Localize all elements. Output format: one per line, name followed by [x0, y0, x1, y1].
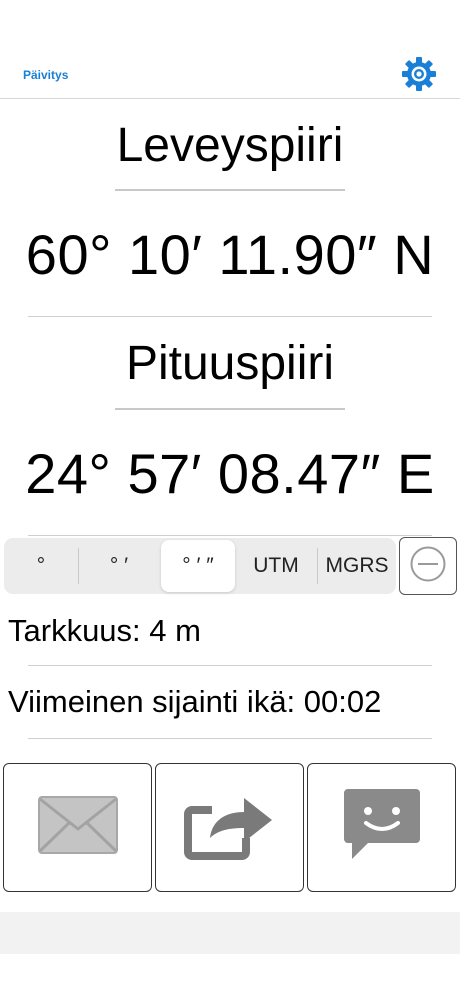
format-option-degrees-minutes-seconds[interactable]: ° ′ ″	[161, 540, 235, 592]
share-button[interactable]	[155, 763, 304, 892]
divider	[28, 738, 432, 739]
latitude-value: 60° 10′ 11.90″ N	[25, 223, 435, 286]
mail-icon	[37, 795, 119, 860]
format-option-degrees-minutes[interactable]: ° ′	[79, 540, 159, 592]
message-icon	[342, 787, 422, 868]
longitude-value: 24° 57′ 08.47″ E	[25, 442, 435, 505]
share-arrow-icon	[182, 790, 278, 865]
divider	[28, 665, 432, 666]
remove-button[interactable]	[399, 537, 457, 595]
format-option-utm[interactable]: UTM	[235, 540, 317, 592]
longitude-underline	[115, 408, 345, 410]
divider	[28, 316, 432, 317]
accuracy-text: Tarkkuus: 4 m	[8, 613, 201, 648]
latitude-label: Leveyspiiri	[116, 119, 344, 172]
latitude-underline	[115, 189, 345, 191]
format-option-mgrs[interactable]: MGRS	[318, 540, 396, 592]
minus-circle-icon	[409, 545, 447, 588]
bottom-bar	[0, 912, 460, 954]
gear-icon[interactable]	[400, 55, 438, 93]
refresh-button[interactable]: Päivitys	[23, 68, 68, 82]
format-option-degrees[interactable]: °	[4, 540, 78, 592]
email-share-button[interactable]	[3, 763, 152, 892]
message-share-button[interactable]	[307, 763, 456, 892]
longitude-label: Pituuspiiri	[125, 337, 335, 390]
location-age-text: Viimeinen sijainti ikä: 00:02	[8, 684, 382, 719]
format-selector: ° ° ′ ° ′ ″ UTM MGRS	[4, 538, 396, 594]
divider	[28, 535, 432, 536]
top-bar: Päivitys	[0, 0, 460, 99]
